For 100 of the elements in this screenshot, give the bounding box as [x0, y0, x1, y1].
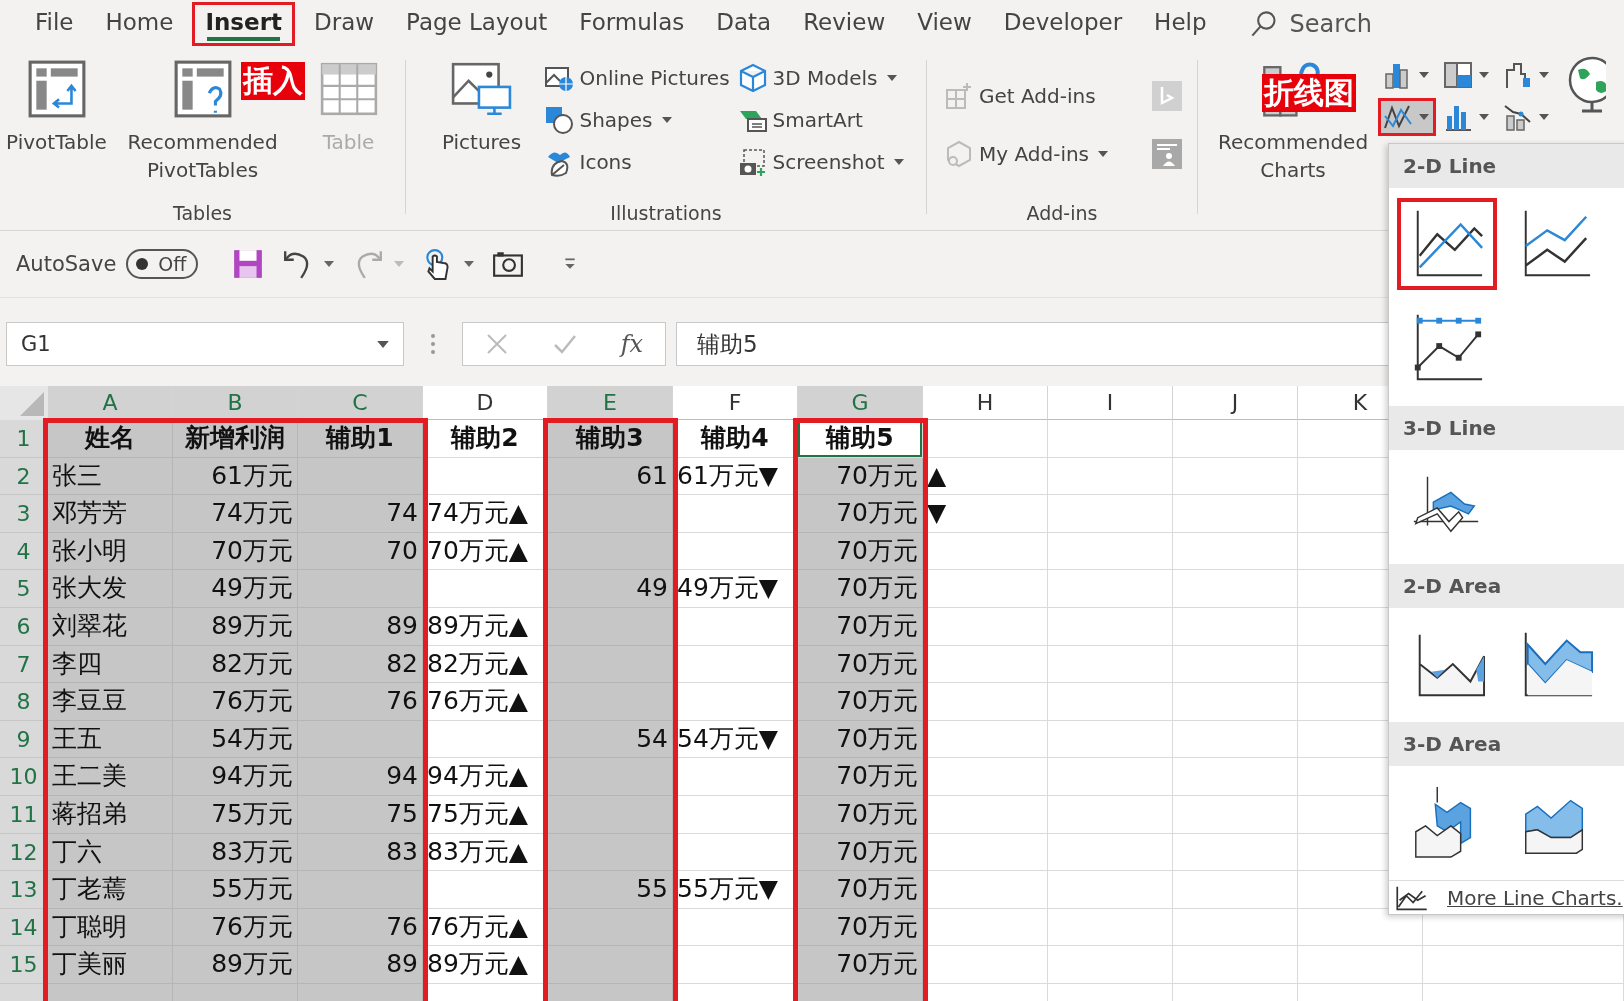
shapes-button[interactable]: Shapes	[542, 102, 732, 138]
table-cell: 70万元	[798, 495, 923, 533]
search-field[interactable]: Search	[1287, 9, 1452, 39]
annotation-label: 折线图	[1262, 74, 1356, 112]
table-cell: 89	[298, 607, 423, 646]
table-cell: ▼	[923, 495, 1048, 533]
annotation-label: 插入	[241, 62, 305, 100]
icons-button[interactable]: Icons	[542, 144, 732, 180]
caret-icon	[1539, 114, 1549, 120]
table-cell: 70万元	[798, 871, 923, 909]
table-cell: 75万元	[173, 795, 298, 834]
table-cell: ▲	[923, 457, 1048, 496]
column-header[interactable]: A	[48, 386, 173, 420]
table-cell: 70万元	[798, 645, 923, 684]
column-header[interactable]: I	[1048, 386, 1173, 420]
table-cell: 55万元	[173, 871, 298, 909]
section-heading: 2-D Line	[1389, 144, 1624, 188]
table-cell: 49	[548, 570, 673, 608]
globe-icon[interactable]	[1566, 56, 1606, 116]
table-cell: 83	[298, 833, 423, 872]
ribbon-tab[interactable]: Draw	[301, 2, 388, 46]
caret-icon[interactable]	[324, 261, 335, 267]
table-cell: 丁老蔫	[48, 871, 173, 909]
table-cell: 61万元	[173, 457, 298, 496]
table-cell: 丁美丽	[48, 946, 173, 984]
more-line-charts-text[interactable]: More Line Charts.	[1447, 885, 1623, 910]
caret-icon	[1479, 72, 1489, 78]
ribbon-tab[interactable]: File	[22, 2, 87, 46]
table-cell: 70万元	[173, 532, 298, 571]
insert-function-button[interactable]: fx	[620, 330, 644, 358]
ribbon-tab[interactable]: Formulas	[566, 2, 698, 46]
table-cell: 89万元	[173, 607, 298, 646]
combo-chart-icon	[1503, 102, 1533, 132]
table-cell: 70万元	[798, 683, 923, 721]
table-cell: 74	[298, 495, 423, 533]
table-cell: 70万元	[798, 457, 923, 496]
chart-option[interactable]	[1397, 198, 1497, 290]
customize-toolbar-icon[interactable]	[564, 257, 577, 271]
group-label: Illustrations	[610, 202, 722, 224]
table-cell: 王二美	[48, 758, 173, 796]
screenshot-button[interactable]: Screenshot	[735, 144, 906, 180]
line-chart-button[interactable]	[1378, 98, 1436, 136]
table-cell: 70	[298, 532, 423, 571]
ribbon-tab[interactable]: Data	[703, 2, 785, 46]
table-cell: 70万元	[798, 532, 923, 571]
ribbon-tab[interactable]: Review	[790, 2, 899, 46]
search-icon	[1249, 10, 1278, 38]
ribbon-tab[interactable]: View	[904, 2, 985, 46]
column-header[interactable]: B	[173, 386, 298, 420]
table-cell: 70万元	[798, 607, 923, 646]
autosave-toggle[interactable]: Off	[126, 249, 199, 279]
grip-icon[interactable]	[430, 332, 436, 356]
smartart-button[interactable]: SmartArt	[735, 102, 906, 138]
cube-icon	[737, 63, 768, 93]
table-cell: 82	[298, 645, 423, 684]
table-cell: 89	[298, 946, 423, 984]
table-cell: 76	[298, 908, 423, 947]
ribbon-tab[interactable]: Help	[1141, 2, 1220, 46]
table-cell: 76	[298, 683, 423, 721]
table-cell: 丁六	[48, 833, 173, 872]
table-cell: 张大发	[48, 570, 173, 608]
table-cell: 49万元	[173, 570, 298, 608]
save-icon[interactable]	[232, 248, 265, 280]
table-cell: 70万元	[798, 833, 923, 872]
table-cell: 70万元	[798, 795, 923, 834]
table-cell: 89万元	[173, 946, 298, 984]
table-cell: 70万元	[798, 758, 923, 796]
caret-icon	[1419, 72, 1429, 78]
caret-icon	[377, 340, 389, 348]
table-cell: 李豆豆	[48, 683, 173, 721]
hexagon-icon	[944, 139, 974, 169]
table-cell: 76万元	[173, 683, 298, 721]
table-cell: 李四	[48, 645, 173, 684]
screenshot-icon	[737, 147, 768, 177]
table-cell: 70万元	[798, 908, 923, 947]
table-cell: 94万元	[173, 758, 298, 796]
more-line-charts-link[interactable]: More Line Charts.	[1389, 880, 1624, 914]
pictures-button[interactable]: Pictures	[426, 56, 537, 202]
table-cell: 丁聪明	[48, 908, 173, 947]
table-cell: 王五	[48, 720, 173, 759]
name-box[interactable]: G1	[6, 322, 404, 366]
ribbon-tab[interactable]: Insert	[192, 2, 295, 46]
pivottable-button[interactable]: PivotTable	[1, 56, 112, 202]
column-header[interactable]: J	[1173, 386, 1298, 420]
section-heading: 3-D Area	[1389, 722, 1624, 766]
caret-icon[interactable]	[464, 261, 475, 267]
grid-plus-icon	[944, 81, 974, 111]
caret-icon	[1419, 114, 1429, 120]
column-header[interactable]: E	[548, 386, 673, 420]
ribbon-tab[interactable]: Home	[92, 2, 187, 46]
online-pictures-button[interactable]: Online Pictures	[542, 60, 732, 96]
3d-models-button[interactable]: 3D Models	[735, 60, 906, 96]
ribbon-tab[interactable]: Page Layout	[393, 2, 561, 46]
column-header[interactable]: C	[298, 386, 423, 420]
column-header[interactable]: G	[798, 386, 923, 420]
table-cell: 54	[548, 720, 673, 759]
table-cell: 蒋招弟	[48, 795, 173, 834]
table-cell: 82万元	[173, 645, 298, 684]
table-cell: 76万元	[173, 908, 298, 947]
ribbon-tab[interactable]: Developer	[990, 2, 1136, 46]
